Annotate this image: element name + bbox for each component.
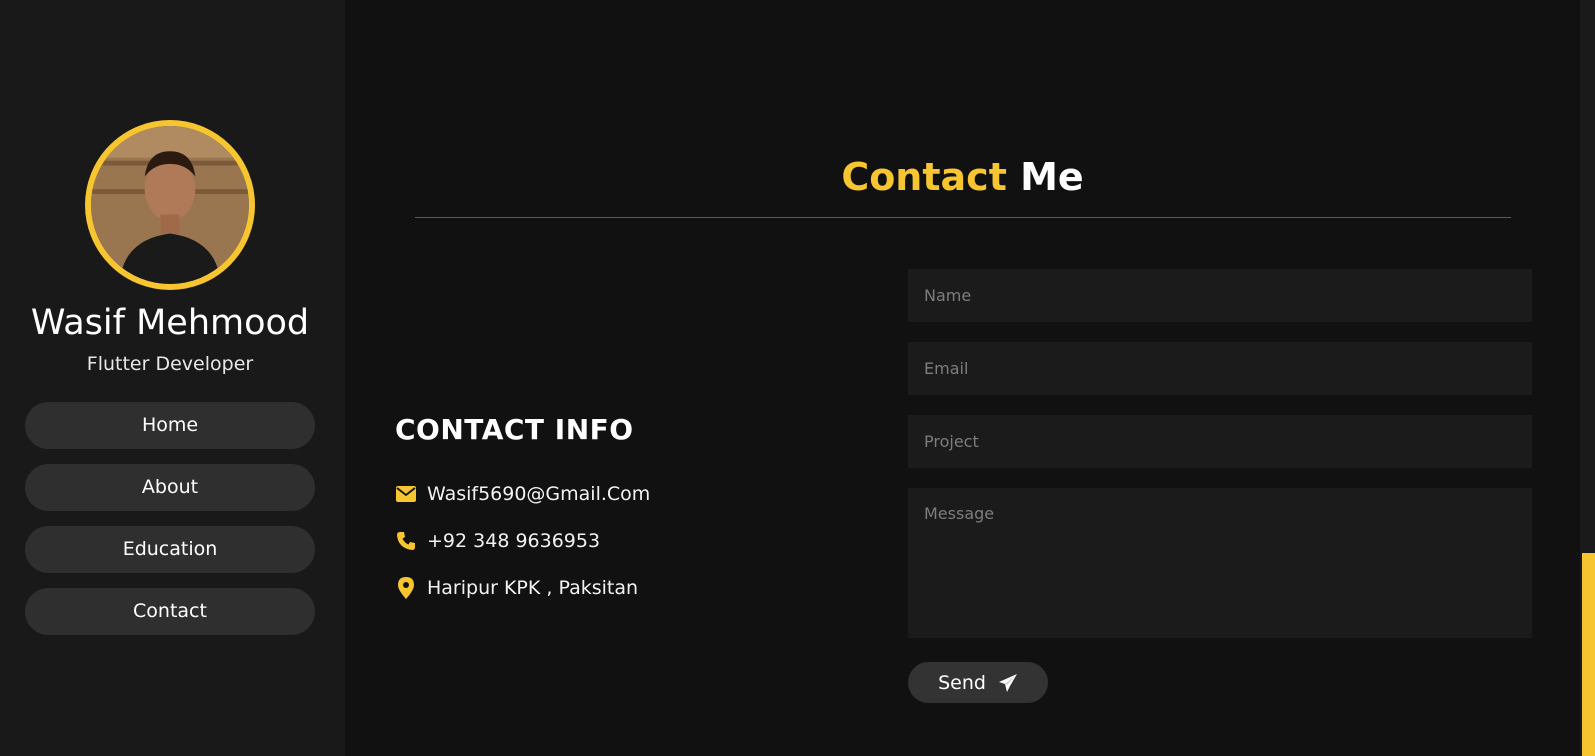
sidebar-nav: Home About Education Contact xyxy=(25,402,315,650)
contact-phone-row: +92 348 9636953 xyxy=(395,527,600,555)
contact-location-row: Haripur KPK , Paksitan xyxy=(395,574,638,602)
contact-email-row: Wasif5690@Gmail.Com xyxy=(395,480,650,508)
map-pin-icon xyxy=(395,577,417,599)
nav-item-education[interactable]: Education xyxy=(25,526,315,573)
contact-email-text: Wasif5690@Gmail.Com xyxy=(427,483,651,505)
profile-name: Wasif Mehmood xyxy=(30,303,310,343)
section-title-accent: Contact xyxy=(841,155,1007,199)
main-content: Contact Me CONTACT INFO Wasif5690@Gmail.… xyxy=(345,0,1580,756)
scrollbar-thumb[interactable] xyxy=(1582,553,1595,756)
envelope-icon xyxy=(395,483,417,505)
phone-icon xyxy=(395,530,417,552)
sidebar: Wasif Mehmood Flutter Developer Home Abo… xyxy=(0,0,345,756)
email-field[interactable] xyxy=(908,342,1532,395)
name-field[interactable] xyxy=(908,269,1532,322)
contact-phone-text: +92 348 9636953 xyxy=(427,530,601,552)
send-button-label: Send xyxy=(938,671,986,694)
contact-info-heading: CONTACT INFO xyxy=(395,413,634,446)
nav-item-about[interactable]: About xyxy=(25,464,315,511)
title-divider xyxy=(415,217,1511,218)
project-field[interactable] xyxy=(908,415,1532,468)
send-button[interactable]: Send xyxy=(908,662,1048,703)
message-field[interactable] xyxy=(908,488,1532,638)
nav-item-contact[interactable]: Contact xyxy=(25,588,315,635)
contact-location-text: Haripur KPK , Paksitan xyxy=(427,577,639,599)
section-title: Contact Me xyxy=(345,155,1580,199)
profile-photo xyxy=(91,126,249,284)
profile-role: Flutter Developer xyxy=(86,353,254,375)
nav-item-home[interactable]: Home xyxy=(25,402,315,449)
section-title-rest: Me xyxy=(1020,155,1084,199)
avatar xyxy=(85,120,255,290)
paper-plane-icon xyxy=(998,673,1018,693)
